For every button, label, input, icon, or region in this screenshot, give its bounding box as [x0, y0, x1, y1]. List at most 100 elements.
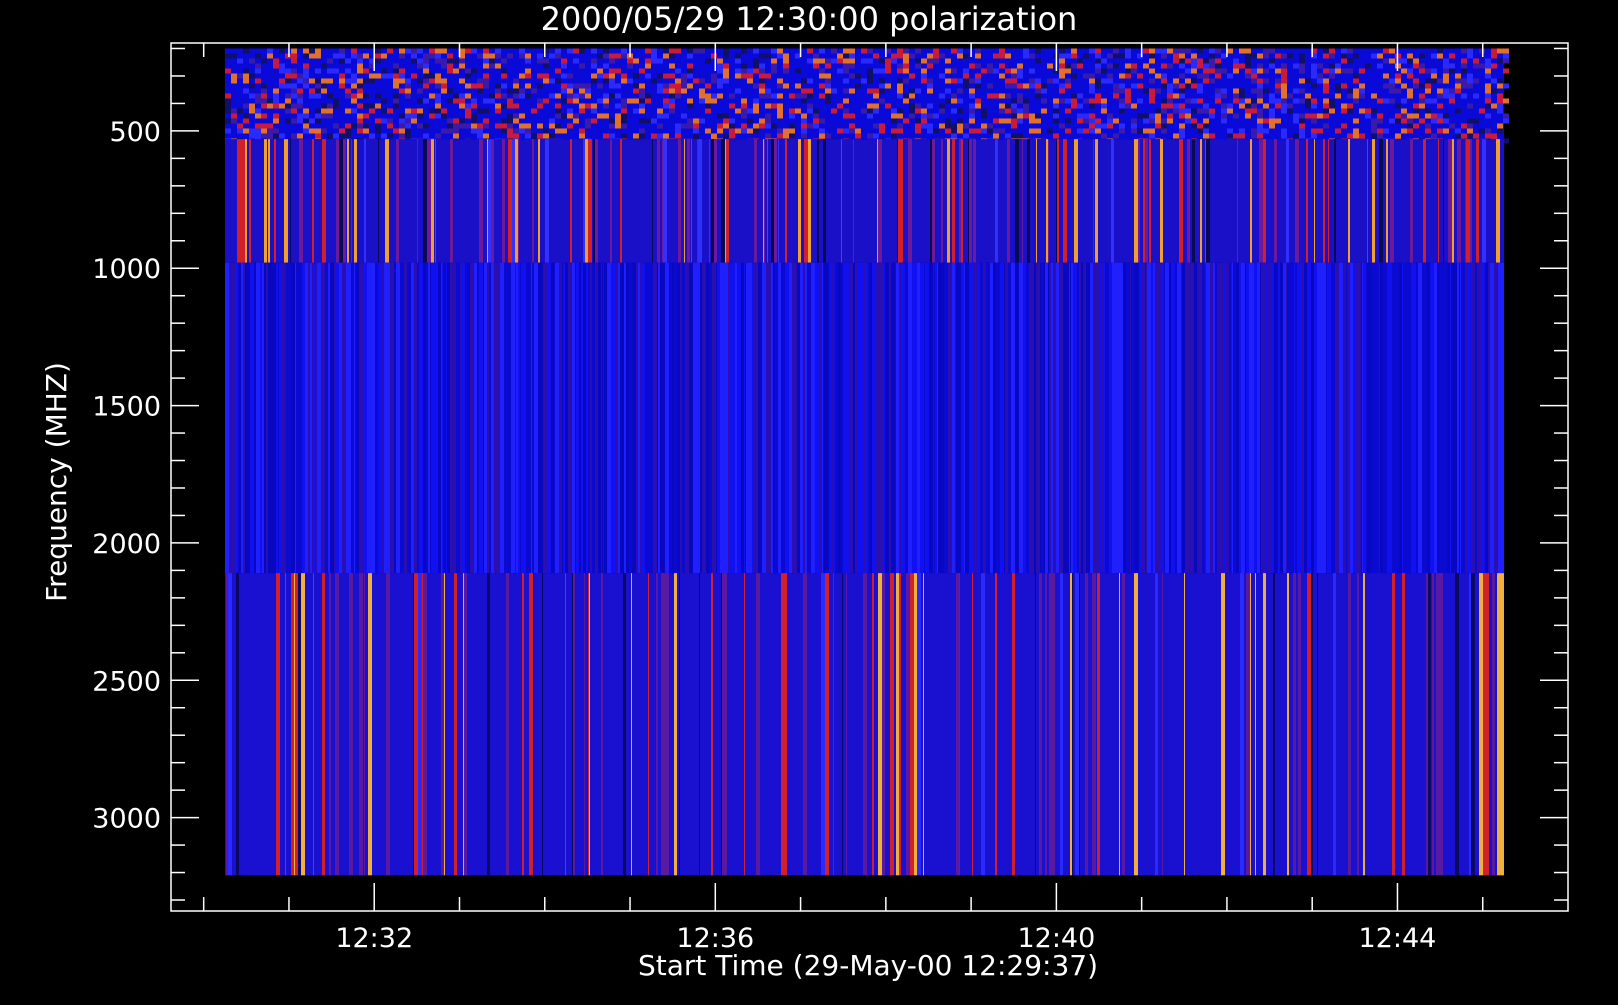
heatmap-cell [519, 93, 525, 98]
heatmap-cell [1341, 108, 1347, 113]
heatmap-cell [597, 98, 603, 103]
heatmap-cell [1317, 78, 1323, 83]
heatmap-cell [1281, 73, 1287, 78]
heatmap-cell [555, 78, 561, 83]
heatmap-cell [1389, 88, 1395, 93]
heatmap-column [901, 263, 902, 573]
heatmap-column [382, 139, 385, 263]
heatmap-cell [297, 98, 303, 103]
heatmap-column [515, 263, 516, 573]
heatmap-cell [1269, 118, 1275, 123]
heatmap-cell [1143, 128, 1149, 133]
heatmap-column [656, 573, 658, 875]
heatmap-column [1371, 139, 1372, 263]
heatmap-cell [597, 53, 603, 58]
heatmap-cell [357, 123, 363, 128]
heatmap-cell [975, 78, 981, 83]
heatmap-cell [291, 58, 297, 63]
heatmap-cell [1245, 58, 1251, 63]
heatmap-cell [1275, 118, 1281, 123]
heatmap-column [1113, 573, 1116, 875]
heatmap-cell [429, 78, 435, 83]
heatmap-cell [261, 123, 267, 128]
heatmap-cell [459, 63, 465, 68]
heatmap-cell [831, 88, 837, 93]
heatmap-cell [921, 73, 927, 78]
heatmap-cell [801, 113, 807, 118]
heatmap-cell [555, 128, 561, 133]
heatmap-column [876, 263, 879, 573]
heatmap-cell [789, 128, 795, 133]
heatmap-cell [267, 128, 273, 133]
heatmap-column [396, 263, 400, 573]
heatmap-cell [729, 128, 735, 133]
heatmap-column [736, 263, 737, 573]
heatmap-column [508, 263, 511, 573]
heatmap-column [1398, 139, 1400, 263]
heatmap-cell [1389, 83, 1395, 88]
heatmap-column [1399, 263, 1402, 573]
heatmap-cell [741, 108, 747, 113]
heatmap-column [895, 263, 896, 573]
heatmap-column [834, 139, 835, 263]
heatmap-cell [393, 98, 399, 103]
heatmap-cell [1011, 108, 1017, 113]
heatmap-cell [627, 78, 633, 83]
heatmap-cell [291, 68, 297, 73]
heatmap-cell [249, 103, 255, 108]
heatmap-column [889, 263, 891, 573]
heatmap-column [1320, 139, 1323, 263]
heatmap-column [682, 263, 685, 573]
heatmap-column [698, 139, 702, 263]
heatmap-cell [1179, 123, 1185, 128]
heatmap-cell [309, 78, 315, 83]
heatmap-cell [789, 108, 795, 113]
heatmap-cell [525, 73, 531, 78]
heatmap-column [1019, 263, 1023, 573]
heatmap-cell [315, 48, 321, 53]
heatmap-column [417, 139, 418, 263]
heatmap-cell [945, 98, 951, 103]
heatmap-cell [585, 123, 591, 128]
heatmap-column [1148, 139, 1149, 263]
heatmap-cell [1473, 78, 1479, 83]
heatmap-column [1055, 573, 1056, 875]
heatmap-column [1019, 139, 1022, 263]
heatmap-column [484, 573, 487, 875]
heatmap-column [469, 263, 470, 573]
heatmap-column [357, 263, 359, 573]
heatmap-cell [1503, 113, 1509, 118]
heatmap-cell [1017, 93, 1023, 98]
heatmap-column [842, 139, 843, 263]
heatmap-cell [675, 128, 681, 133]
heatmap-cell [261, 128, 267, 133]
heatmap-cell [927, 78, 933, 83]
heatmap-cell [393, 93, 399, 98]
heatmap-column [1372, 573, 1375, 875]
heatmap-cell [555, 53, 561, 58]
heatmap-column [1471, 263, 1475, 573]
heatmap-column [792, 263, 795, 573]
heatmap-cell [1407, 128, 1413, 133]
heatmap-cell [411, 118, 417, 123]
heatmap-cell [747, 78, 753, 83]
heatmap-cell [1035, 118, 1041, 123]
heatmap-column [1087, 139, 1090, 263]
heatmap-column [711, 573, 713, 875]
heatmap-cell [1335, 88, 1341, 93]
heatmap-column [1140, 139, 1143, 263]
heatmap-cell [1473, 118, 1479, 123]
heatmap-cell [333, 68, 339, 73]
heatmap-column [276, 573, 280, 875]
heatmap-cell [255, 68, 261, 73]
heatmap-column [1155, 573, 1158, 875]
heatmap-cell [1185, 58, 1191, 63]
heatmap-cell [1257, 113, 1263, 118]
heatmap-cell [741, 103, 747, 108]
heatmap-column [245, 573, 247, 875]
heatmap-column [313, 573, 314, 875]
heatmap-column [681, 139, 684, 263]
heatmap-column [453, 263, 455, 573]
heatmap-cell [537, 133, 543, 138]
heatmap-column [833, 263, 835, 573]
